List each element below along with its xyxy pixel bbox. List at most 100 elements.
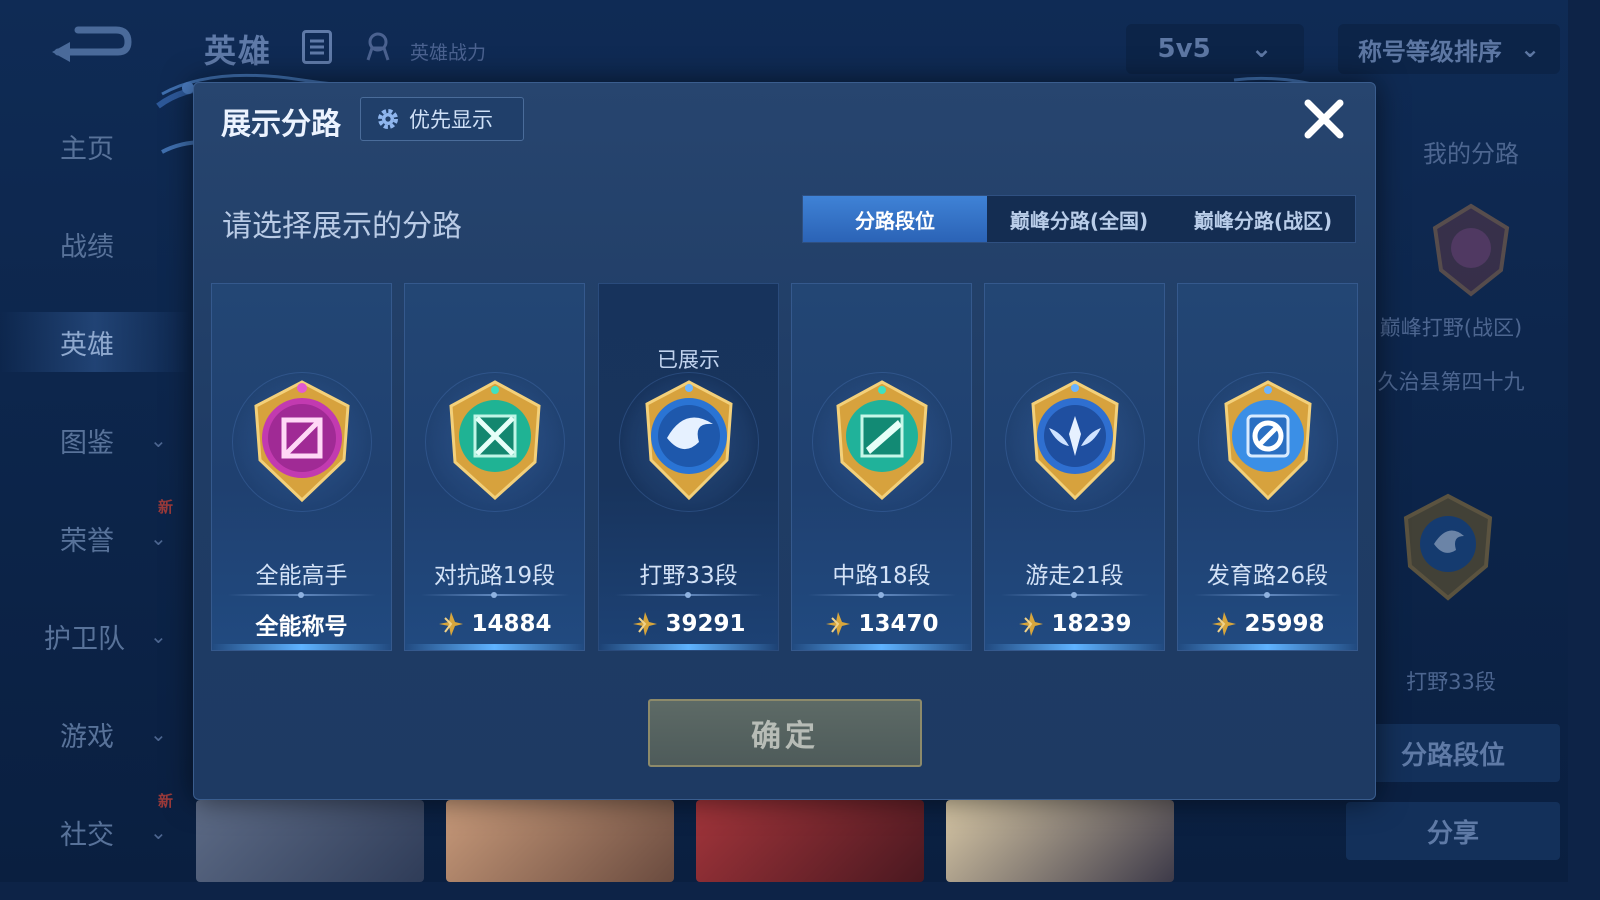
sidebar-item-guard[interactable]: 护卫队 ⌄	[0, 606, 190, 666]
hero-power-icon[interactable]	[362, 30, 394, 62]
my-lane-title: 我的分路	[1423, 140, 1519, 168]
lane-card-value-text: 18239	[1051, 611, 1132, 637]
lane-label: 打野33段	[1406, 670, 1496, 694]
lane-card-value: 39291	[599, 604, 778, 644]
sidebar-item-social[interactable]: 社交 新 ⌄	[0, 792, 190, 862]
lane-card-clash-lane[interactable]: 对抗路19段 14884	[404, 283, 585, 651]
tab-peak-lane-national[interactable]: 巅峰分路(全国)	[987, 196, 1171, 242]
tab-lane-rank[interactable]: 分路段位	[803, 196, 987, 242]
lane-card-value-text: 25998	[1244, 611, 1325, 637]
right-panel: 我的分路 巅峰打野(战区) 久治县第四十九 打野33段 分路段位 分享	[1346, 100, 1568, 882]
lane-card-farm-lane[interactable]: 发育路26段 25998	[1177, 283, 1358, 651]
lane-card-name: 打野33段	[639, 563, 738, 589]
lane-card-name: 全能高手	[255, 563, 348, 589]
card-divider	[1194, 592, 1342, 598]
chevron-down-icon: ⌄	[150, 624, 167, 648]
sort-select-value: 称号等级排序	[1357, 37, 1502, 66]
card-glow	[212, 644, 391, 650]
sidebar-item-label: 英雄	[60, 329, 114, 361]
lane-card-mid-lane[interactable]: 中路18段 13470	[791, 283, 972, 651]
back-arrow-icon[interactable]	[48, 22, 132, 70]
chevron-down-icon: ⌄	[150, 722, 167, 746]
sidebar-item-label: 主页	[60, 133, 114, 165]
lane-card-all-round[interactable]: 全能高手 全能称号	[211, 283, 392, 651]
priority-display-label: 优先显示	[409, 108, 493, 132]
lane-card-value: 14884	[405, 604, 584, 644]
lane-card-value-text: 13470	[858, 611, 939, 637]
lane-card-roam[interactable]: 游走21段 18239	[984, 283, 1165, 651]
sidebar-item-honor[interactable]: 荣誉 新 ⌄	[0, 498, 190, 568]
lane-card-name: 发育路26段	[1206, 563, 1329, 589]
card-glow	[1178, 644, 1357, 650]
lane-tabs: 分路段位 巅峰分路(全国) 巅峰分路(战区)	[802, 195, 1356, 243]
lane-card-value-text: 全能称号	[255, 614, 348, 640]
tab-peak-lane-region[interactable]: 巅峰分路(战区)	[1171, 196, 1355, 242]
sidebar-item-game[interactable]: 游戏 ⌄	[0, 704, 190, 764]
gear-icon	[378, 109, 398, 129]
hero-portrait[interactable]	[946, 800, 1174, 882]
hero-portrait[interactable]	[196, 800, 424, 882]
lane-card-value: 25998	[1178, 604, 1357, 644]
sidebar-item-label: 社交	[60, 819, 114, 851]
share-button[interactable]: 分享	[1346, 802, 1560, 860]
chevron-down-icon: ⌄	[150, 428, 167, 452]
sort-select[interactable]: 称号等级排序 ⌄	[1338, 24, 1560, 74]
shown-label: 已展示	[657, 348, 720, 372]
lane-display-dialog: 展示分路 优先显示 请选择展示的分路 分路段位 巅峰分路(全国) 巅峰分路(战区…	[193, 82, 1376, 800]
sidebar: 主页 战绩 英雄 图鉴 ⌄ 荣誉 新 ⌄ 护卫队 ⌄ 游戏 ⌄ 社交新 ⌄	[0, 100, 190, 882]
dialog-title: 展示分路	[221, 107, 341, 142]
hero-portrait[interactable]	[696, 800, 924, 882]
mid-lane-emblem-icon	[836, 380, 928, 501]
card-divider	[421, 592, 569, 598]
card-divider	[1001, 592, 1149, 598]
hero-power-label[interactable]: 英雄战力	[410, 38, 486, 65]
close-icon[interactable]	[1300, 95, 1348, 143]
hero-portrait[interactable]	[446, 800, 674, 882]
card-divider	[228, 592, 376, 598]
mode-select[interactable]: 5v5 ⌄	[1126, 24, 1304, 74]
lane-card-value-text: 14884	[471, 611, 552, 637]
confirm-button[interactable]: 确定	[648, 699, 922, 767]
roam-emblem-icon	[1031, 380, 1119, 501]
farm-lane-emblem-icon	[1224, 380, 1312, 501]
lane-card-value-text: 39291	[665, 611, 746, 637]
sidebar-item-label: 战绩	[60, 231, 114, 263]
lane-rank-button[interactable]: 分路段位	[1346, 724, 1560, 782]
lane-power-icon	[826, 612, 851, 636]
chevron-down-icon: ⌄	[150, 526, 167, 550]
chevron-down-icon: ⌄	[150, 820, 167, 844]
list-icon[interactable]	[302, 30, 332, 64]
lane-card-value: 13470	[792, 604, 971, 644]
mode-select-value: 5v5	[1157, 34, 1211, 64]
sidebar-item-label: 护卫队	[44, 623, 125, 655]
lane-card-jungle[interactable]: 已展示 打野33段 39291	[598, 283, 779, 651]
sidebar-item-label: 图鉴	[60, 427, 114, 459]
jungle-emblem-icon	[1403, 493, 1493, 601]
all-round-emblem-icon	[254, 380, 350, 503]
lane-card-value: 18239	[985, 604, 1164, 644]
lane-power-icon	[1019, 612, 1044, 636]
new-badge: 新	[158, 498, 174, 516]
card-glow	[405, 644, 584, 650]
lane-power-icon	[633, 612, 658, 636]
sidebar-item-records[interactable]: 战绩	[0, 214, 190, 274]
lane-card-value: 全能称号	[212, 604, 391, 644]
chevron-down-icon: ⌄	[1519, 35, 1541, 63]
lane-card-name: 游走21段	[1025, 563, 1124, 589]
sidebar-item-label: 荣誉	[60, 525, 114, 557]
clash-lane-emblem-icon	[449, 380, 541, 501]
chevron-down-icon: ⌄	[1250, 34, 1273, 64]
lane-power-icon	[1212, 612, 1237, 636]
card-divider	[615, 592, 763, 598]
priority-display-button[interactable]: 优先显示	[360, 97, 524, 141]
region-label: 久治县第四十九	[1377, 370, 1525, 394]
peak-label: 巅峰打野(战区)	[1379, 316, 1523, 340]
sidebar-item-gallery[interactable]: 图鉴 ⌄	[0, 410, 190, 470]
lane-power-icon	[439, 612, 464, 636]
card-divider	[808, 592, 956, 598]
peak-badge-icon	[1432, 203, 1510, 297]
card-glow	[985, 644, 1164, 650]
sidebar-item-heroes[interactable]: 英雄	[0, 312, 190, 372]
lane-card-name: 中路18段	[832, 563, 931, 589]
select-lane-prompt: 请选择展示的分路	[222, 209, 462, 244]
